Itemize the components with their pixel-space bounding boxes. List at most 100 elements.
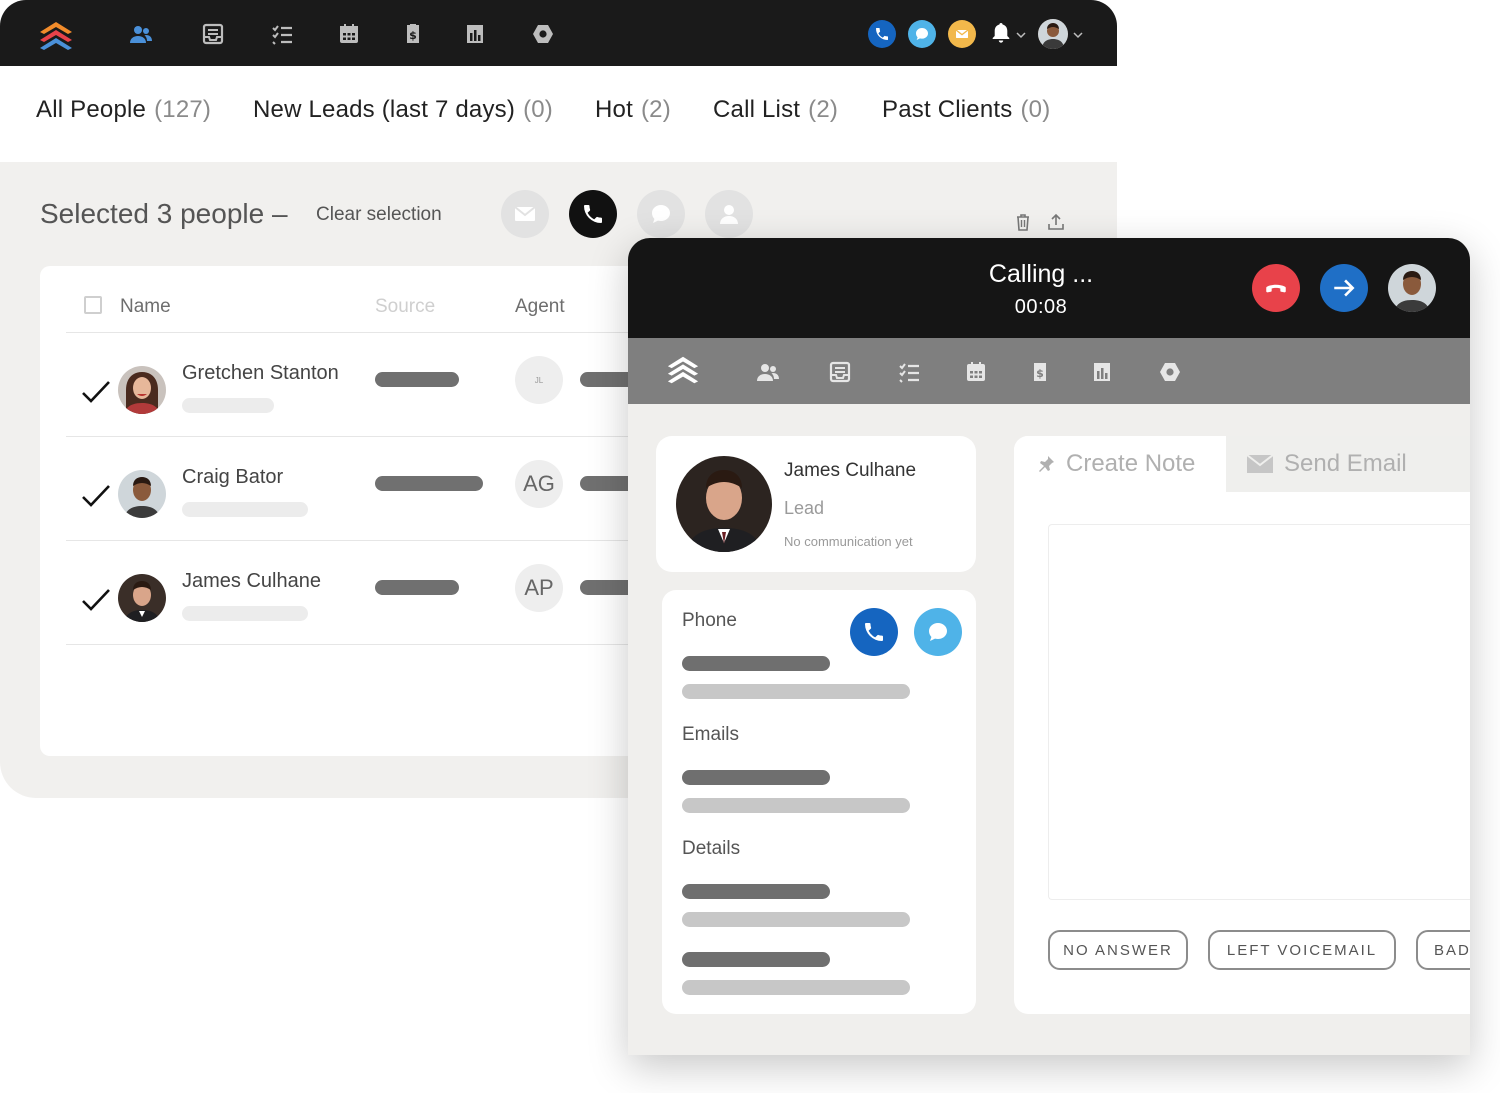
phone-icon[interactable] [868, 20, 896, 48]
bell-icon[interactable] [986, 18, 1016, 48]
people-filter-tabs: All People (127) New Leads (last 7 days) (… [0, 66, 1117, 162]
contact-info-card: Phone Emails Details [662, 590, 976, 1014]
table-row[interactable]: Gretchen Stanton JL [40, 332, 680, 436]
communication-status: No communication yet [784, 534, 913, 549]
settings-icon[interactable] [531, 22, 555, 46]
trash-icon[interactable] [1013, 212, 1033, 232]
emails-section-label: Emails [682, 724, 740, 745]
phone-placeholder-bar [682, 656, 830, 671]
selection-title: Selected 3 people – [40, 198, 288, 229]
tab-send-email[interactable]: Send Email [1226, 436, 1470, 492]
source-placeholder-bar [375, 580, 459, 595]
tasks-icon[interactable] [897, 360, 921, 384]
chevron-down-icon[interactable] [1016, 27, 1026, 39]
bulk-text-button[interactable] [637, 190, 685, 238]
inbox-icon[interactable] [201, 22, 225, 46]
reports-icon[interactable] [463, 22, 487, 46]
settings-icon[interactable] [1158, 360, 1182, 384]
placeholder-bar [182, 398, 274, 413]
contact-name[interactable]: James Culhane [784, 460, 916, 482]
left-voicemail-button[interactable]: LEFT VOICEMAIL [1208, 930, 1396, 970]
divider [66, 644, 680, 645]
calendar-icon[interactable] [337, 22, 361, 46]
export-icon[interactable] [1046, 212, 1066, 232]
mail-icon [514, 206, 536, 221]
bulk-email-button[interactable] [501, 190, 549, 238]
details-section-label: Details [682, 838, 741, 859]
column-header-agent[interactable]: Agent [515, 296, 565, 318]
source-placeholder-bar [375, 372, 459, 387]
bulk-assign-button[interactable] [705, 190, 753, 238]
bad-number-button[interactable]: BAD [1416, 930, 1470, 970]
tab-label: Send Email [1284, 450, 1407, 477]
tab-call-list[interactable]: Call List (2) [713, 96, 838, 124]
reports-icon[interactable] [1090, 360, 1114, 384]
phone-placeholder-bar [682, 684, 910, 699]
avatar [118, 366, 166, 414]
tasks-icon[interactable] [270, 22, 294, 46]
column-header-source[interactable]: Source [375, 296, 435, 318]
tab-hot[interactable]: Hot (2) [595, 96, 671, 124]
inbox-icon[interactable] [828, 360, 852, 384]
deals-icon[interactable]: $ [1028, 360, 1052, 384]
hang-up-button[interactable] [1252, 264, 1300, 312]
contact-avatar [676, 456, 772, 552]
user-avatar[interactable] [1038, 19, 1068, 49]
agent-avatar[interactable] [1388, 264, 1436, 312]
chat-icon [652, 205, 670, 223]
svg-text:$: $ [409, 29, 417, 42]
tab-create-note[interactable]: Create Note [1014, 436, 1226, 492]
table-row[interactable]: Craig Bator AG [40, 436, 680, 540]
column-header-name[interactable]: Name [120, 296, 171, 318]
logo-icon[interactable] [666, 354, 700, 388]
clear-selection-link[interactable]: Clear selection [316, 204, 442, 226]
deals-icon[interactable]: $ [401, 22, 425, 46]
no-answer-button[interactable]: NO ANSWER [1048, 930, 1188, 970]
svg-text:$: $ [1036, 367, 1044, 380]
tab-count: (127) [154, 96, 212, 123]
tab-count: (2) [808, 96, 839, 123]
people-icon[interactable] [756, 360, 780, 384]
avatar [118, 470, 166, 518]
calendar-icon[interactable] [964, 360, 988, 384]
top-navigation-bar: $ [0, 0, 1117, 66]
details-placeholder-bar [682, 952, 830, 967]
tab-label: Create Note [1066, 450, 1196, 477]
select-all-checkbox[interactable] [84, 296, 102, 314]
agent-badge: JL [515, 356, 563, 404]
table-row[interactable]: James Culhane AP [40, 540, 680, 644]
person-icon [720, 205, 738, 224]
checkmark-icon[interactable] [80, 584, 112, 616]
checkmark-icon[interactable] [80, 480, 112, 512]
person-name[interactable]: James Culhane [182, 570, 321, 593]
transfer-call-button[interactable] [1320, 264, 1368, 312]
call-header: Calling ... 00:08 [628, 238, 1470, 338]
tab-label: Past Clients [882, 96, 1013, 123]
note-textarea[interactable] [1048, 524, 1470, 900]
phone-icon [865, 623, 883, 641]
tab-count: (0) [1020, 96, 1051, 123]
placeholder-bar [182, 502, 308, 517]
person-name[interactable]: Gretchen Stanton [182, 362, 339, 385]
person-name[interactable]: Craig Bator [182, 466, 283, 489]
placeholder-bar [182, 606, 308, 621]
tab-label: Hot [595, 96, 633, 123]
tab-all-people[interactable]: All People (127) [36, 96, 211, 124]
logo-icon[interactable] [38, 20, 74, 52]
text-phone-button[interactable] [914, 608, 962, 656]
source-placeholder-bar [375, 476, 483, 491]
app-stage: $ All People (127) New Leads (last 7 day… [0, 0, 1500, 1093]
chat-icon[interactable] [908, 20, 936, 48]
people-icon[interactable] [129, 22, 153, 46]
details-placeholder-bar [682, 912, 910, 927]
phone-section-label: Phone [682, 610, 737, 631]
mail-icon [1246, 454, 1274, 473]
call-phone-button[interactable] [850, 608, 898, 656]
email-icon[interactable] [948, 20, 976, 48]
email-placeholder-bar [682, 770, 830, 785]
checkmark-icon[interactable] [80, 376, 112, 408]
bulk-call-button[interactable] [569, 190, 617, 238]
tab-new-leads[interactable]: New Leads (last 7 days) (0) [253, 96, 553, 124]
tab-past-clients[interactable]: Past Clients (0) [882, 96, 1050, 124]
chevron-down-icon[interactable] [1073, 27, 1083, 39]
